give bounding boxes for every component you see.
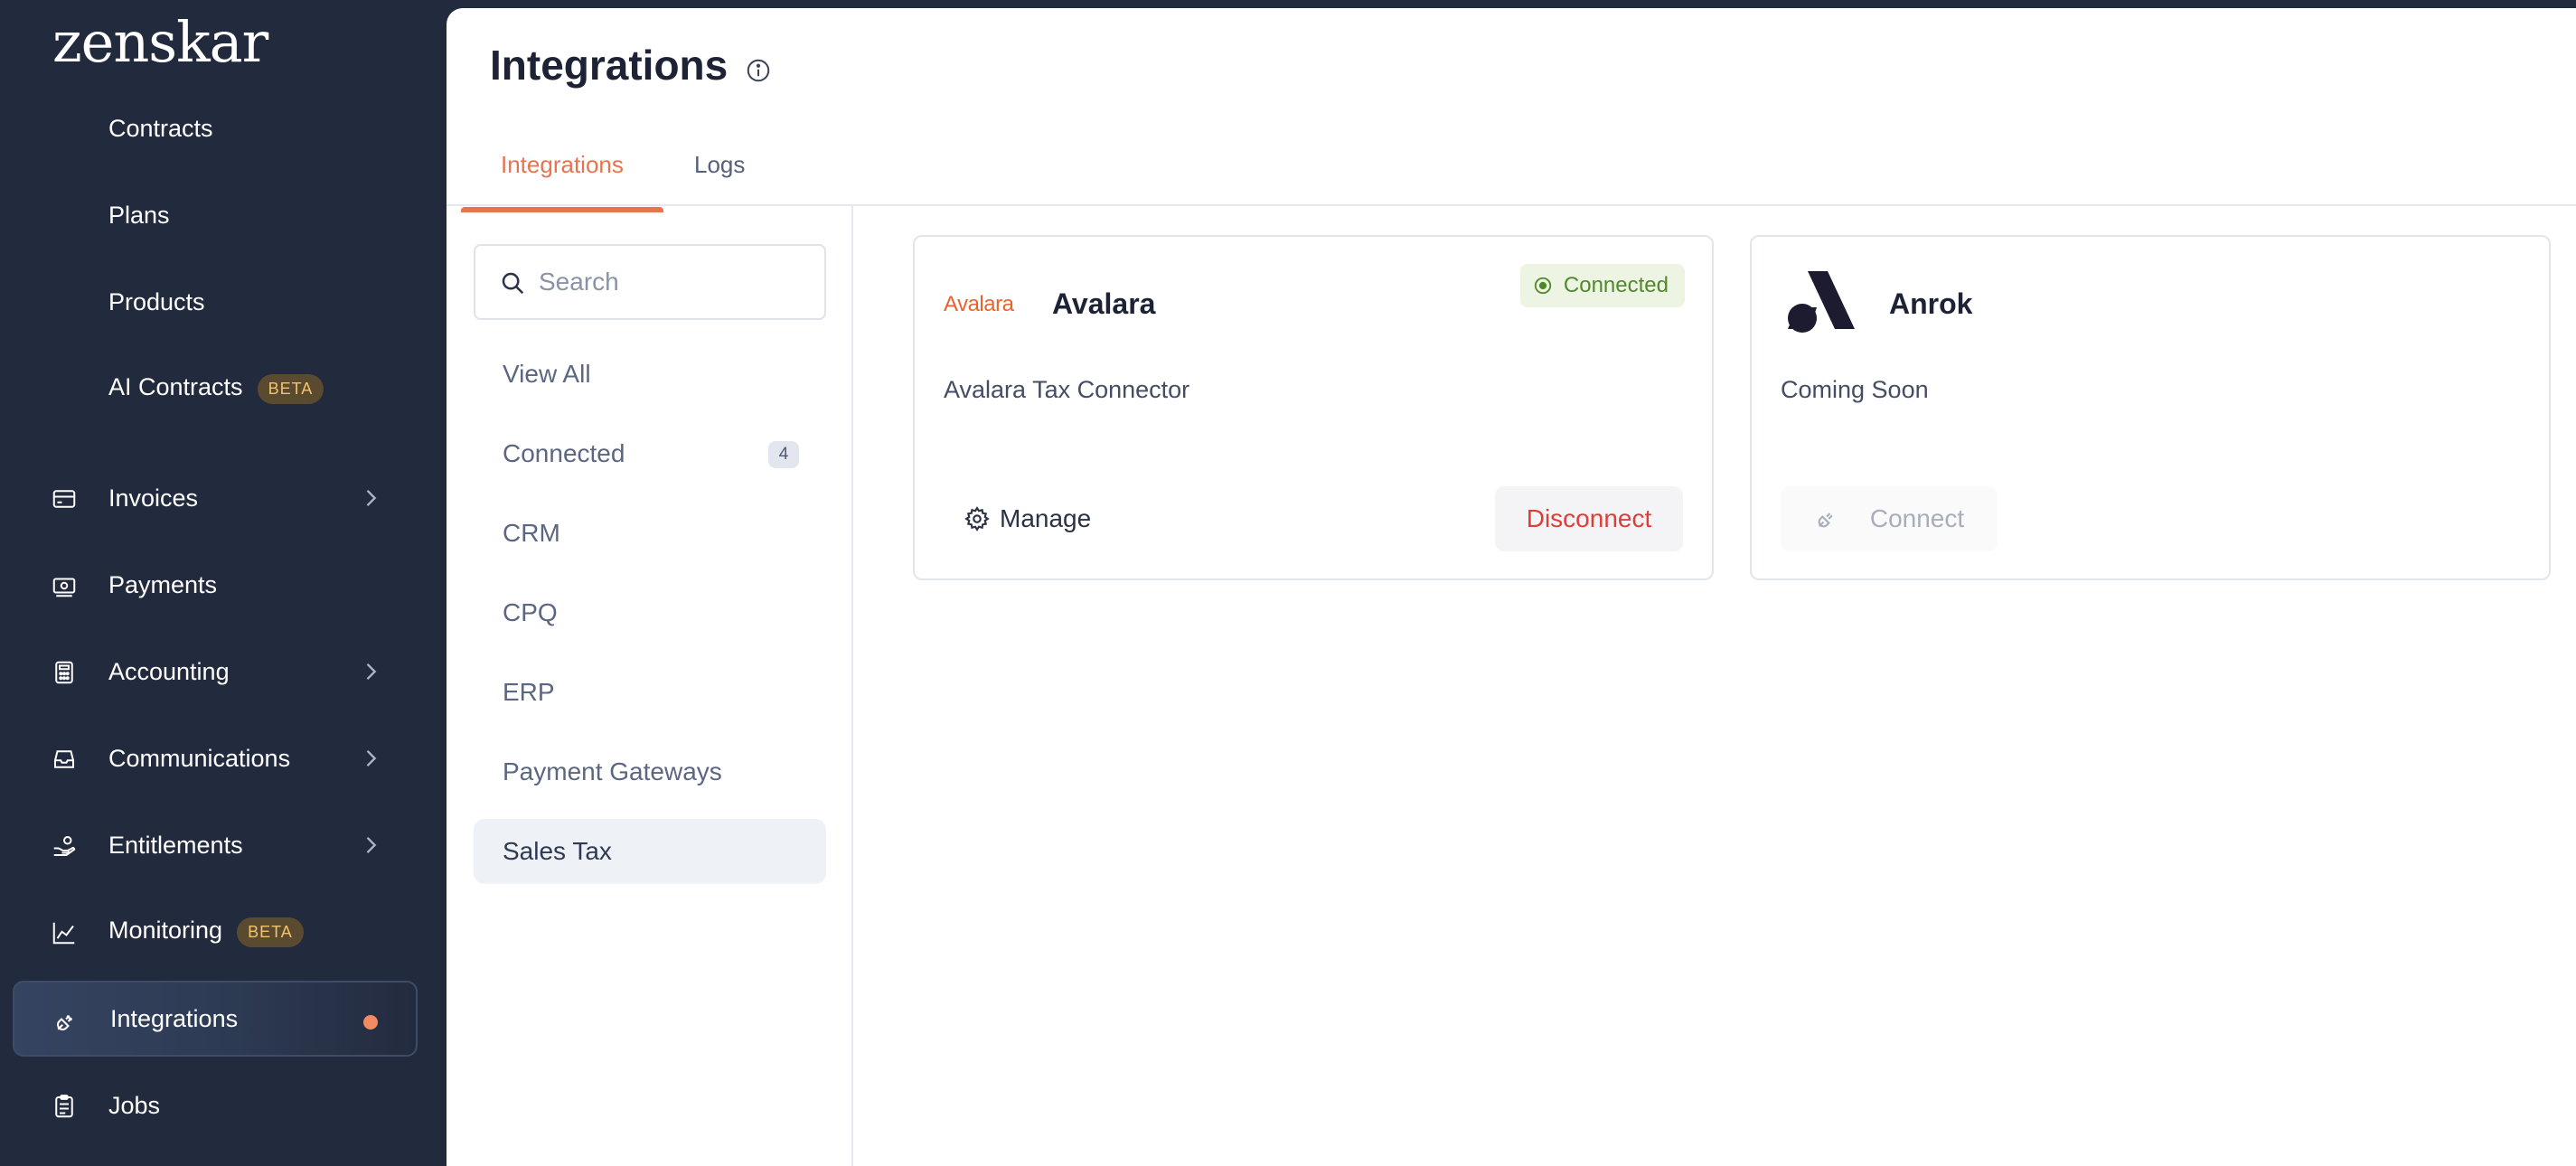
sidebar-item-jobs[interactable]: Jobs	[13, 1067, 418, 1143]
count-badge: 4	[768, 441, 799, 468]
plug-icon	[52, 1008, 80, 1035]
filter-connected[interactable]: Connected 4	[474, 421, 826, 486]
notification-dot	[363, 1015, 378, 1030]
page-title: Integrations	[490, 42, 729, 89]
sidebar-item-label: Jobs	[108, 1091, 161, 1119]
search-input[interactable]	[539, 260, 810, 304]
sidebar-item-label: Plans	[108, 201, 170, 229]
entitlements-icon	[51, 832, 78, 860]
filter-payment-gateways[interactable]: Payment Gateways	[474, 739, 826, 804]
connect-label: Connect	[1869, 504, 1965, 532]
sidebar-item-label: Communications	[108, 744, 291, 772]
calculator-icon	[51, 659, 78, 686]
tab-integrations[interactable]: Integrations	[461, 117, 663, 212]
app-window: zenskar Contracts Plans Products AI Cont…	[0, 0, 2576, 1166]
sidebar-item-label: Contracts	[108, 114, 213, 142]
sidebar: zenskar Contracts Plans Products AI Cont…	[0, 0, 447, 1166]
sidebar-item-invoices[interactable]: Invoices	[13, 460, 418, 536]
chevron-right-icon	[358, 746, 383, 771]
beta-badge: BETA	[257, 373, 324, 404]
invoice-icon	[51, 485, 78, 512]
manage-button[interactable]: Manage	[964, 494, 1091, 544]
tab-bar: Integrations Logs	[461, 117, 2576, 212]
manage-label: Manage	[1000, 504, 1092, 532]
disconnect-button[interactable]: Disconnect	[1495, 486, 1683, 551]
chevron-right-icon	[358, 659, 383, 684]
sidebar-item-products[interactable]: Products	[13, 264, 418, 340]
search-box[interactable]	[474, 244, 826, 320]
filter-view-all[interactable]: View All	[474, 342, 826, 407]
anrok-logo	[1781, 266, 1862, 342]
payments-icon	[51, 572, 78, 599]
sidebar-item-plans[interactable]: Plans	[13, 177, 418, 253]
filter-erp[interactable]: ERP	[474, 660, 826, 725]
gear-icon	[964, 505, 991, 532]
chevron-right-icon	[358, 832, 383, 858]
sidebar-item-text: Monitoring	[108, 917, 223, 945]
sidebar-item-label: Monitoring BETA	[108, 917, 304, 947]
sidebar-item-communications[interactable]: Communications	[13, 720, 418, 796]
category-filter-panel: View All Connected 4 CRM CPQ ERP Payment…	[447, 206, 853, 1166]
sidebar-item-label: Products	[108, 287, 205, 315]
card-description: Avalara Tax Connector	[944, 376, 1190, 403]
integration-card-anrok: Anrok Coming Soon Connect	[1750, 235, 2551, 580]
beta-badge: BETA	[237, 917, 304, 947]
chart-line-icon	[51, 919, 78, 946]
search-icon	[499, 269, 526, 296]
sidebar-item-entitlements[interactable]: Entitlements	[13, 807, 418, 883]
sidebar-item-payments[interactable]: Payments	[13, 547, 418, 623]
chevron-right-icon	[358, 485, 383, 511]
main-panel: Integrations Integrations Logs View All …	[447, 8, 2576, 1166]
sidebar-item-accounting[interactable]: Accounting	[13, 634, 418, 710]
sidebar-item-label: Accounting	[108, 657, 230, 685]
sidebar-item-monitoring[interactable]: Monitoring BETA	[13, 894, 418, 970]
connected-status-icon	[1533, 276, 1553, 296]
filter-label: Connected	[503, 439, 625, 467]
sidebar-item-label: Invoices	[108, 484, 199, 512]
tab-logs[interactable]: Logs	[654, 117, 785, 212]
card-title: Anrok	[1889, 287, 1973, 320]
sidebar-item-label: Payments	[108, 570, 218, 598]
info-icon[interactable]	[745, 57, 772, 84]
sidebar-item-integrations[interactable]: Integrations	[13, 981, 418, 1057]
avalara-logo: Avalara	[944, 266, 1025, 342]
sidebar-item-label: Integrations	[110, 1004, 239, 1032]
filter-cpq[interactable]: CPQ	[474, 580, 826, 645]
avalara-logo-text: Avalara	[944, 292, 1015, 316]
brand-logo[interactable]: zenskar	[52, 2, 268, 83]
inbox-icon	[51, 746, 78, 773]
sidebar-item-text: AI Contracts	[108, 373, 243, 401]
card-title: Avalara	[1052, 287, 1156, 320]
status-text: Connected	[1563, 273, 1669, 297]
sidebar-item-ai-contracts[interactable]: AI Contracts BETA	[13, 351, 418, 427]
status-badge: Connected	[1519, 264, 1685, 307]
integration-card-avalara: Avalara Avalara Connected Avalara Tax Co…	[913, 235, 1714, 580]
sidebar-item-label: Entitlements	[108, 831, 243, 859]
sidebar-item-label: AI Contracts BETA	[108, 373, 324, 404]
filter-sales-tax[interactable]: Sales Tax	[474, 819, 826, 884]
connect-button[interactable]: Connect	[1781, 486, 1998, 551]
sidebar-item-contracts[interactable]: Contracts	[13, 90, 418, 166]
plug-icon	[1814, 506, 1839, 531]
card-description: Coming Soon	[1781, 376, 1929, 403]
clipboard-icon	[51, 1093, 78, 1120]
filter-crm[interactable]: CRM	[474, 501, 826, 566]
